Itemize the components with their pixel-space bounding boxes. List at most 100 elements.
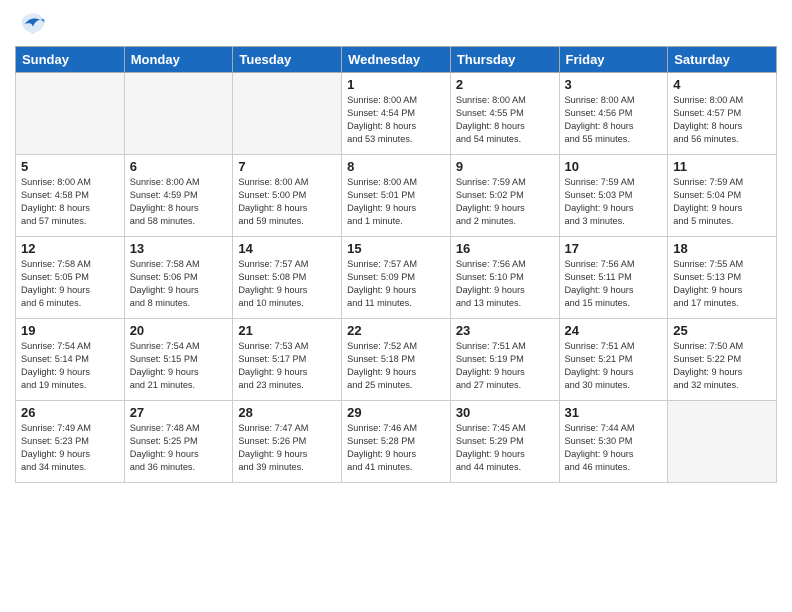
day-number: 8 bbox=[347, 159, 445, 174]
day-info: Sunrise: 7:46 AM Sunset: 5:28 PM Dayligh… bbox=[347, 422, 445, 474]
day-info: Sunrise: 7:45 AM Sunset: 5:29 PM Dayligh… bbox=[456, 422, 554, 474]
day-number: 2 bbox=[456, 77, 554, 92]
calendar-cell bbox=[124, 73, 233, 155]
calendar-cell: 21 Sunrise: 7:53 AM Sunset: 5:17 PM Dayli… bbox=[233, 319, 342, 401]
day-number: 29 bbox=[347, 405, 445, 420]
calendar-cell: 15 Sunrise: 7:57 AM Sunset: 5:09 PM Dayli… bbox=[342, 237, 451, 319]
calendar-cell: 17Sunrise: 7:56 AM Sunset: 5:11 PM Dayli… bbox=[559, 237, 668, 319]
calendar-cell: 29 Sunrise: 7:46 AM Sunset: 5:28 PM Dayli… bbox=[342, 401, 451, 483]
day-number: 18 bbox=[673, 241, 771, 256]
day-number: 14 bbox=[238, 241, 336, 256]
calendar-cell: 19Sunrise: 7:54 AM Sunset: 5:14 PM Dayli… bbox=[16, 319, 125, 401]
day-info: Sunrise: 8:00 AM Sunset: 4:54 PM Dayligh… bbox=[347, 94, 445, 146]
calendar-cell: 11Sunrise: 7:59 AM Sunset: 5:04 PM Dayli… bbox=[668, 155, 777, 237]
weekday-header-friday: Friday bbox=[559, 47, 668, 73]
calendar-cell: 10 Sunrise: 7:59 AM Sunset: 5:03 PM Dayli… bbox=[559, 155, 668, 237]
calendar-cell: 4 Sunrise: 8:00 AM Sunset: 4:57 PM Daylig… bbox=[668, 73, 777, 155]
calendar-cell bbox=[668, 401, 777, 483]
logo-bird-icon bbox=[19, 10, 47, 38]
calendar-body: 1 Sunrise: 8:00 AM Sunset: 4:54 PM Daylig… bbox=[16, 73, 777, 483]
day-info: Sunrise: 7:50 AM Sunset: 5:22 PM Dayligh… bbox=[673, 340, 771, 392]
day-number: 22 bbox=[347, 323, 445, 338]
day-number: 6 bbox=[130, 159, 228, 174]
logo bbox=[15, 10, 47, 38]
calendar-cell: 24Sunrise: 7:51 AM Sunset: 5:21 PM Dayli… bbox=[559, 319, 668, 401]
calendar-cell: 30 Sunrise: 7:45 AM Sunset: 5:29 PM Dayli… bbox=[450, 401, 559, 483]
day-info: Sunrise: 7:57 AM Sunset: 5:09 PM Dayligh… bbox=[347, 258, 445, 310]
calendar-cell: 13Sunrise: 7:58 AM Sunset: 5:06 PM Dayli… bbox=[124, 237, 233, 319]
day-info: Sunrise: 7:51 AM Sunset: 5:21 PM Dayligh… bbox=[565, 340, 663, 392]
day-number: 1 bbox=[347, 77, 445, 92]
day-info: Sunrise: 8:00 AM Sunset: 4:57 PM Dayligh… bbox=[673, 94, 771, 146]
day-number: 12 bbox=[21, 241, 119, 256]
day-info: Sunrise: 7:51 AM Sunset: 5:19 PM Dayligh… bbox=[456, 340, 554, 392]
calendar-cell: 5 Sunrise: 8:00 AM Sunset: 4:58 PM Daylig… bbox=[16, 155, 125, 237]
day-info: Sunrise: 7:55 AM Sunset: 5:13 PM Dayligh… bbox=[673, 258, 771, 310]
weekday-header-wednesday: Wednesday bbox=[342, 47, 451, 73]
calendar-cell: 23Sunrise: 7:51 AM Sunset: 5:19 PM Dayli… bbox=[450, 319, 559, 401]
day-number: 3 bbox=[565, 77, 663, 92]
page-header bbox=[15, 10, 777, 38]
day-info: Sunrise: 7:54 AM Sunset: 5:15 PM Dayligh… bbox=[130, 340, 228, 392]
calendar-cell: 31Sunrise: 7:44 AM Sunset: 5:30 PM Dayli… bbox=[559, 401, 668, 483]
day-info: Sunrise: 8:00 AM Sunset: 4:59 PM Dayligh… bbox=[130, 176, 228, 228]
day-number: 27 bbox=[130, 405, 228, 420]
calendar-cell: 27 Sunrise: 7:48 AM Sunset: 5:25 PM Dayli… bbox=[124, 401, 233, 483]
calendar-table: SundayMondayTuesdayWednesdayThursdayFrid… bbox=[15, 46, 777, 483]
day-info: Sunrise: 7:56 AM Sunset: 5:11 PM Dayligh… bbox=[565, 258, 663, 310]
calendar-cell: 14 Sunrise: 7:57 AM Sunset: 5:08 PM Dayli… bbox=[233, 237, 342, 319]
day-number: 7 bbox=[238, 159, 336, 174]
day-number: 20 bbox=[130, 323, 228, 338]
calendar-cell: 18 Sunrise: 7:55 AM Sunset: 5:13 PM Dayli… bbox=[668, 237, 777, 319]
calendar-cell: 7Sunrise: 8:00 AM Sunset: 5:00 PM Daylig… bbox=[233, 155, 342, 237]
day-info: Sunrise: 7:53 AM Sunset: 5:17 PM Dayligh… bbox=[238, 340, 336, 392]
day-info: Sunrise: 8:00 AM Sunset: 5:01 PM Dayligh… bbox=[347, 176, 445, 228]
calendar-week-0: 1 Sunrise: 8:00 AM Sunset: 4:54 PM Daylig… bbox=[16, 73, 777, 155]
weekday-header-thursday: Thursday bbox=[450, 47, 559, 73]
calendar-cell bbox=[233, 73, 342, 155]
weekday-row: SundayMondayTuesdayWednesdayThursdayFrid… bbox=[16, 47, 777, 73]
weekday-header-tuesday: Tuesday bbox=[233, 47, 342, 73]
day-info: Sunrise: 7:59 AM Sunset: 5:02 PM Dayligh… bbox=[456, 176, 554, 228]
calendar-cell: 9 Sunrise: 7:59 AM Sunset: 5:02 PM Daylig… bbox=[450, 155, 559, 237]
calendar-week-4: 26 Sunrise: 7:49 AM Sunset: 5:23 PM Dayli… bbox=[16, 401, 777, 483]
day-info: Sunrise: 8:00 AM Sunset: 4:56 PM Dayligh… bbox=[565, 94, 663, 146]
day-number: 26 bbox=[21, 405, 119, 420]
calendar-cell: 2Sunrise: 8:00 AM Sunset: 4:55 PM Daylig… bbox=[450, 73, 559, 155]
calendar-cell: 3 Sunrise: 8:00 AM Sunset: 4:56 PM Daylig… bbox=[559, 73, 668, 155]
calendar-cell: 16Sunrise: 7:56 AM Sunset: 5:10 PM Dayli… bbox=[450, 237, 559, 319]
day-number: 9 bbox=[456, 159, 554, 174]
calendar-cell: 12 Sunrise: 7:58 AM Sunset: 5:05 PM Dayli… bbox=[16, 237, 125, 319]
day-info: Sunrise: 7:47 AM Sunset: 5:26 PM Dayligh… bbox=[238, 422, 336, 474]
main-container: SundayMondayTuesdayWednesdayThursdayFrid… bbox=[0, 0, 792, 493]
day-number: 10 bbox=[565, 159, 663, 174]
day-info: Sunrise: 7:48 AM Sunset: 5:25 PM Dayligh… bbox=[130, 422, 228, 474]
calendar-cell bbox=[16, 73, 125, 155]
day-number: 30 bbox=[456, 405, 554, 420]
calendar-week-3: 19Sunrise: 7:54 AM Sunset: 5:14 PM Dayli… bbox=[16, 319, 777, 401]
calendar-week-1: 5 Sunrise: 8:00 AM Sunset: 4:58 PM Daylig… bbox=[16, 155, 777, 237]
day-info: Sunrise: 7:44 AM Sunset: 5:30 PM Dayligh… bbox=[565, 422, 663, 474]
day-number: 5 bbox=[21, 159, 119, 174]
day-info: Sunrise: 7:58 AM Sunset: 5:06 PM Dayligh… bbox=[130, 258, 228, 310]
day-info: Sunrise: 7:58 AM Sunset: 5:05 PM Dayligh… bbox=[21, 258, 119, 310]
calendar-cell: 6 Sunrise: 8:00 AM Sunset: 4:59 PM Daylig… bbox=[124, 155, 233, 237]
day-number: 15 bbox=[347, 241, 445, 256]
day-info: Sunrise: 7:57 AM Sunset: 5:08 PM Dayligh… bbox=[238, 258, 336, 310]
day-number: 25 bbox=[673, 323, 771, 338]
day-number: 16 bbox=[456, 241, 554, 256]
day-info: Sunrise: 7:49 AM Sunset: 5:23 PM Dayligh… bbox=[21, 422, 119, 474]
calendar-cell: 28Sunrise: 7:47 AM Sunset: 5:26 PM Dayli… bbox=[233, 401, 342, 483]
day-info: Sunrise: 7:59 AM Sunset: 5:04 PM Dayligh… bbox=[673, 176, 771, 228]
weekday-header-sunday: Sunday bbox=[16, 47, 125, 73]
day-number: 21 bbox=[238, 323, 336, 338]
calendar-week-2: 12 Sunrise: 7:58 AM Sunset: 5:05 PM Dayli… bbox=[16, 237, 777, 319]
day-number: 4 bbox=[673, 77, 771, 92]
calendar-cell: 22Sunrise: 7:52 AM Sunset: 5:18 PM Dayli… bbox=[342, 319, 451, 401]
calendar-header: SundayMondayTuesdayWednesdayThursdayFrid… bbox=[16, 47, 777, 73]
calendar-cell: 20 Sunrise: 7:54 AM Sunset: 5:15 PM Dayli… bbox=[124, 319, 233, 401]
day-info: Sunrise: 7:59 AM Sunset: 5:03 PM Dayligh… bbox=[565, 176, 663, 228]
day-info: Sunrise: 8:00 AM Sunset: 4:58 PM Dayligh… bbox=[21, 176, 119, 228]
weekday-header-monday: Monday bbox=[124, 47, 233, 73]
day-number: 19 bbox=[21, 323, 119, 338]
